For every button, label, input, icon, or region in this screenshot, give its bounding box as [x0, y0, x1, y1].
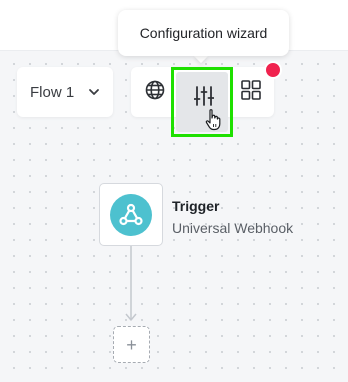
- tooltip: Configuration wizard: [118, 10, 289, 56]
- trigger-title: Trigger: [172, 198, 220, 214]
- notification-dot: [264, 61, 282, 79]
- globe-button[interactable]: [135, 67, 175, 117]
- chevron-down-icon: [87, 85, 101, 103]
- add-step-button[interactable]: +: [113, 326, 150, 363]
- trigger-node[interactable]: [99, 183, 163, 246]
- globe-icon: [144, 79, 166, 106]
- trigger-subtitle: Universal Webhook: [172, 220, 294, 236]
- flow-selector[interactable]: Flow 1: [17, 67, 113, 117]
- hand-cursor-icon: [204, 108, 224, 137]
- plus-icon: +: [126, 334, 137, 355]
- webhook-icon: [110, 193, 152, 236]
- connector-arrow: [125, 246, 137, 321]
- grid-icon: [240, 79, 262, 106]
- tooltip-text: Configuration wizard: [139, 25, 268, 41]
- canvas-toolbar: [131, 67, 274, 137]
- flow-selector-value: Flow 1: [30, 83, 75, 101]
- configuration-wizard-button[interactable]: [171, 67, 233, 137]
